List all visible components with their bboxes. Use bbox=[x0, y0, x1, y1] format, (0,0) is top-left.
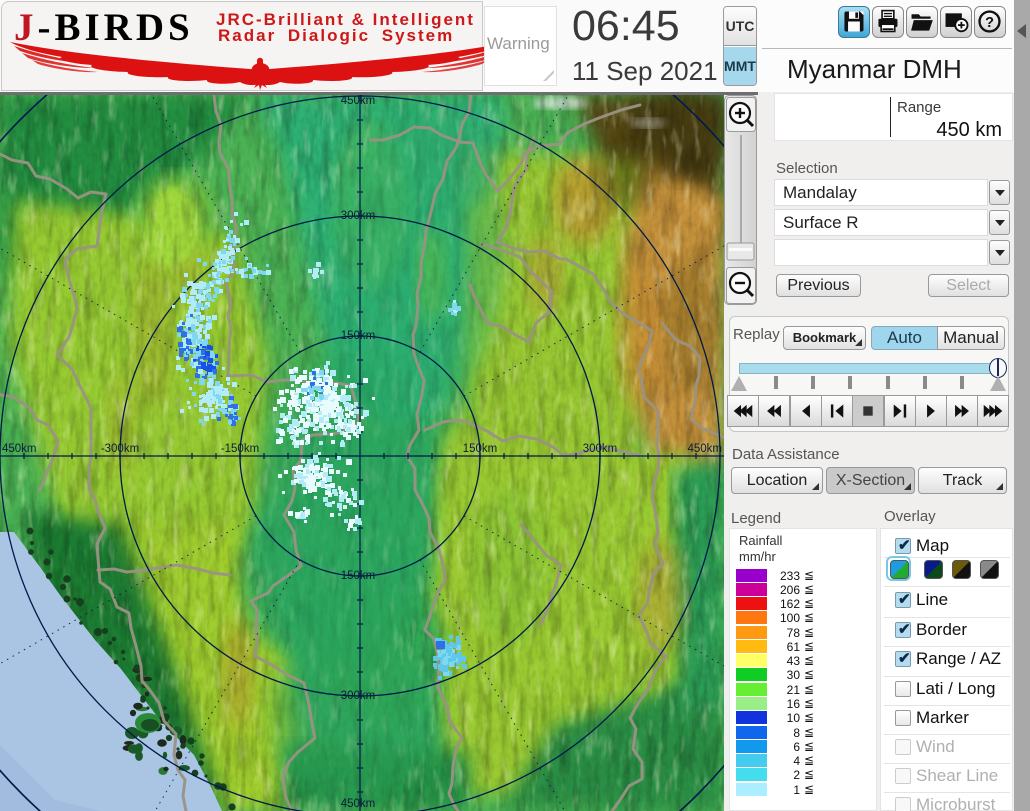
svg-text:-150km: -150km bbox=[221, 443, 259, 455]
svg-text:?: ? bbox=[985, 15, 994, 31]
svg-text:300km: 300km bbox=[341, 210, 376, 222]
svg-text:300km: 300km bbox=[583, 443, 618, 455]
svg-text:450km: 450km bbox=[341, 95, 376, 107]
svg-text:150km: 150km bbox=[341, 330, 376, 342]
svg-text:-300km: -300km bbox=[101, 443, 139, 455]
svg-text:150km: 150km bbox=[463, 443, 498, 455]
svg-text:450km: 450km bbox=[2, 443, 37, 455]
svg-text:300km: 300km bbox=[341, 690, 376, 702]
svg-text:150km: 150km bbox=[341, 570, 376, 582]
svg-text:450km: 450km bbox=[687, 443, 722, 455]
svg-text:450km: 450km bbox=[341, 798, 376, 810]
